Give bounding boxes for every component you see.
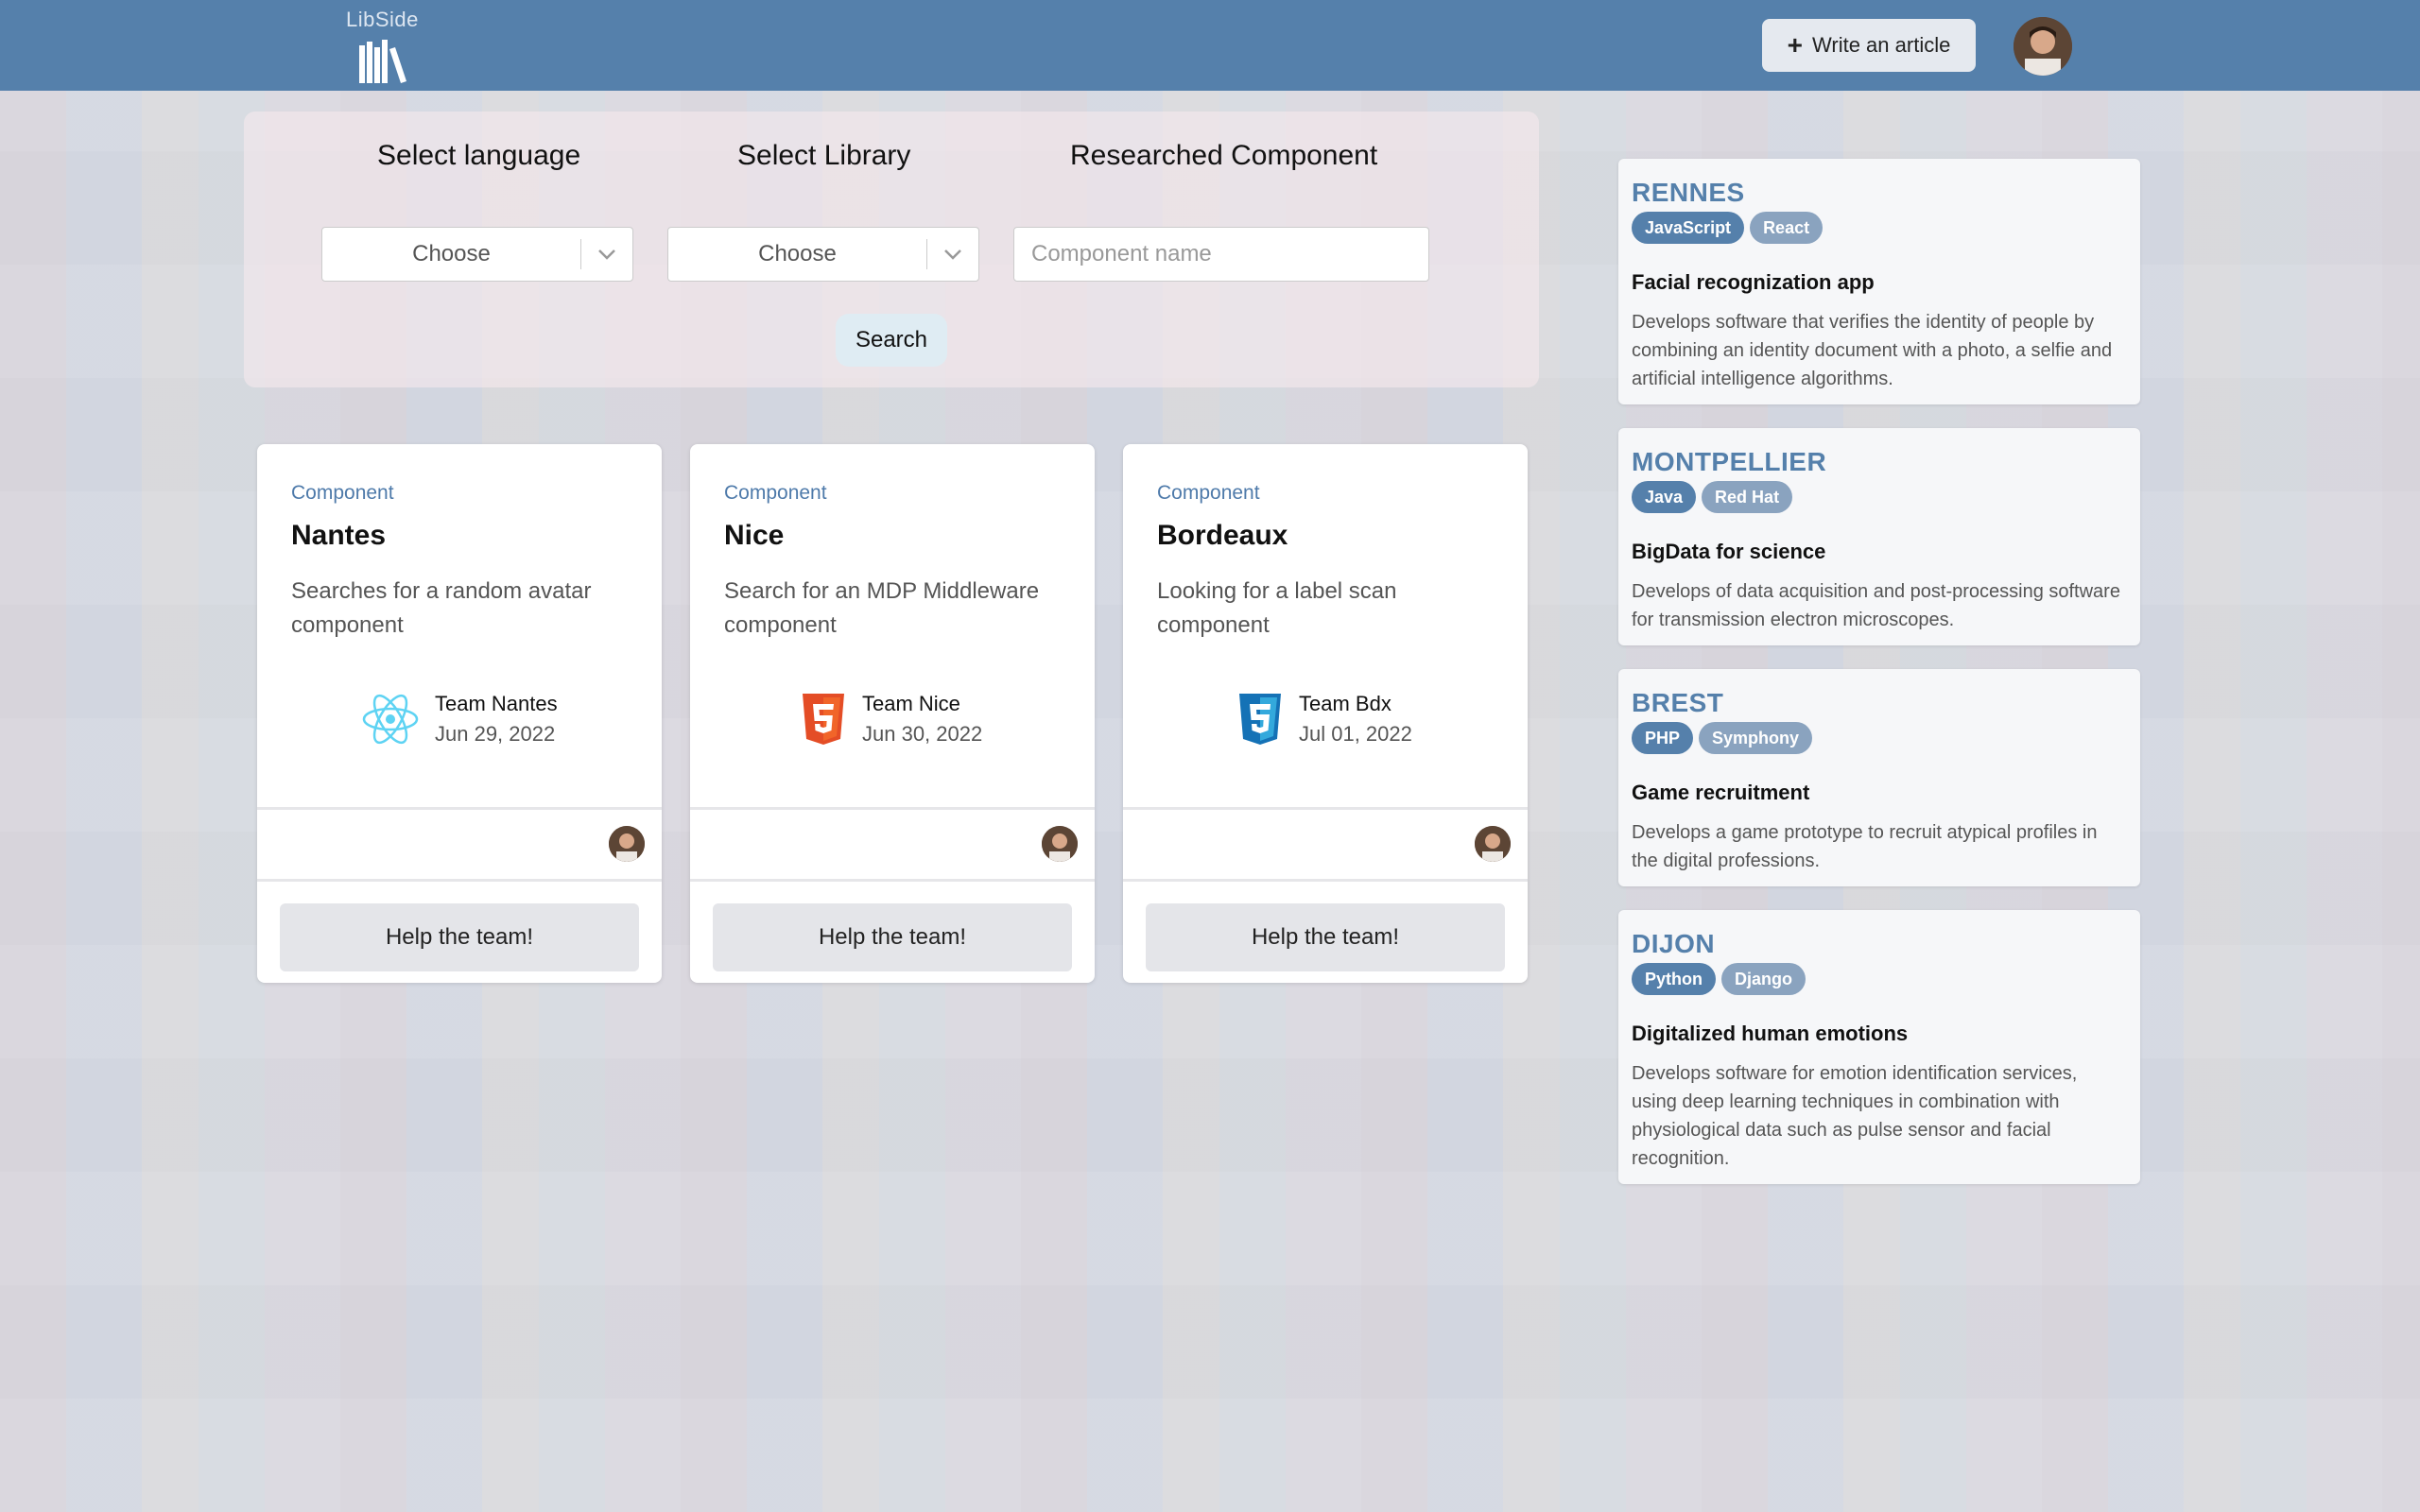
sidebar-card-brest[interactable]: BREST PHP Symphony Game recruitment Deve… xyxy=(1618,669,2140,886)
tag-list: Python Django xyxy=(1632,963,1806,995)
search-button[interactable]: Search xyxy=(836,314,947,367)
help-team-button[interactable]: Help the team! xyxy=(280,903,639,971)
component-card-bordeaux: Component Bordeaux Looking for a label s… xyxy=(1123,444,1528,983)
divider xyxy=(257,807,662,810)
team-name: Team Nantes xyxy=(435,692,558,715)
tag-list: JavaScript React xyxy=(1632,212,1824,244)
team-date: Jun 30, 2022 xyxy=(862,722,983,746)
library-select[interactable]: Choose xyxy=(667,227,979,282)
help-team-button[interactable]: Help the team! xyxy=(1146,903,1505,971)
card-kind: Component xyxy=(724,482,827,504)
card-kind: Component xyxy=(291,482,394,504)
library-select-value: Choose xyxy=(758,241,837,266)
logo-text: LibSide xyxy=(346,8,419,31)
html5-icon xyxy=(803,694,844,745)
tag-list: Java Red Hat xyxy=(1632,481,1793,513)
card-team: Team Bdx Jul 01, 2022 xyxy=(1236,692,1412,747)
card-team: Team Nantes Jun 29, 2022 xyxy=(361,692,558,747)
member-avatar[interactable] xyxy=(1042,826,1078,862)
divider xyxy=(690,879,1095,882)
sidebar-card-montpellier[interactable]: MONTPELLIER Java Red Hat BigData for sci… xyxy=(1618,428,2140,645)
library-label: Select Library xyxy=(737,140,911,171)
project-title: Game recruitment xyxy=(1632,781,1810,804)
chevron-down-icon[interactable] xyxy=(927,249,978,260)
tag: JavaScript xyxy=(1632,212,1745,244)
language-select[interactable]: Choose xyxy=(321,227,633,282)
project-description: Develops software for emotion identifica… xyxy=(1632,1063,2078,1169)
write-article-label: Write an article xyxy=(1812,33,1951,57)
css3-icon xyxy=(1239,694,1281,745)
city-name: BREST xyxy=(1632,688,1724,717)
write-article-button[interactable]: + Write an article xyxy=(1762,19,1976,72)
tag: Java xyxy=(1632,481,1697,513)
member-avatar[interactable] xyxy=(609,826,645,862)
divider xyxy=(1123,807,1528,810)
react-icon xyxy=(362,694,419,745)
top-navbar: LibSide + Write an article xyxy=(0,0,2420,91)
component-card-nantes: Component Nantes Searches for a random a… xyxy=(257,444,662,983)
tag: Red Hat xyxy=(1702,481,1793,513)
team-date: Jun 29, 2022 xyxy=(435,722,556,746)
tag: Django xyxy=(1721,963,1806,995)
project-description: Develops of data acquisition and post-pr… xyxy=(1632,581,2120,630)
component-label: Researched Component xyxy=(1070,140,1378,171)
card-description: Search for an MDP Middleware component xyxy=(724,578,1040,638)
divider xyxy=(1123,879,1528,882)
language-label: Select language xyxy=(377,140,581,171)
project-title: Digitalized human emotions xyxy=(1632,1022,1909,1045)
divider xyxy=(690,807,1095,810)
city-name: DIJON xyxy=(1632,929,1716,958)
user-avatar[interactable] xyxy=(2014,17,2072,76)
tag: React xyxy=(1750,212,1824,244)
card-kind: Component xyxy=(1157,482,1260,504)
tag: Symphony xyxy=(1699,722,1813,754)
project-title: Facial recognization app xyxy=(1632,270,1875,294)
project-description: Develops a game prototype to recruit aty… xyxy=(1632,822,2098,871)
libside-logo[interactable]: LibSide xyxy=(346,8,422,83)
team-date: Jul 01, 2022 xyxy=(1299,722,1412,746)
card-team: Team Nice Jun 30, 2022 xyxy=(800,692,982,747)
component-name-input[interactable] xyxy=(1013,227,1429,282)
tag: Python xyxy=(1632,963,1716,995)
card-title: Nantes xyxy=(291,520,387,551)
language-select-value: Choose xyxy=(412,241,491,266)
help-team-button[interactable]: Help the team! xyxy=(713,903,1072,971)
books-logo-icon xyxy=(359,40,406,83)
team-name: Team Bdx xyxy=(1299,692,1392,715)
member-avatar[interactable] xyxy=(1475,826,1511,862)
plus-icon: + xyxy=(1787,30,1804,60)
card-description: Searches for a random avatar component xyxy=(291,578,592,638)
tag-list: PHP Symphony xyxy=(1632,722,1813,754)
city-name: MONTPELLIER xyxy=(1632,447,1827,476)
city-name: RENNES xyxy=(1632,178,1745,207)
tag: PHP xyxy=(1632,722,1694,754)
avatar-photo xyxy=(2014,17,2072,76)
card-description: Looking for a label scan component xyxy=(1157,578,1397,638)
sidebar-card-rennes[interactable]: RENNES JavaScript React Facial recogniza… xyxy=(1618,159,2140,404)
chevron-down-icon[interactable] xyxy=(581,249,632,260)
sidebar-card-dijon[interactable]: DIJON Python Django Digitalized human em… xyxy=(1618,910,2140,1184)
project-description: Develops software that verifies the iden… xyxy=(1632,312,2113,389)
component-card-nice: Component Nice Search for an MDP Middlew… xyxy=(690,444,1095,983)
card-title: Nice xyxy=(724,520,785,551)
team-name: Team Nice xyxy=(862,692,960,715)
divider xyxy=(257,879,662,882)
card-title: Bordeaux xyxy=(1157,520,1288,551)
project-title: BigData for science xyxy=(1632,540,1826,563)
